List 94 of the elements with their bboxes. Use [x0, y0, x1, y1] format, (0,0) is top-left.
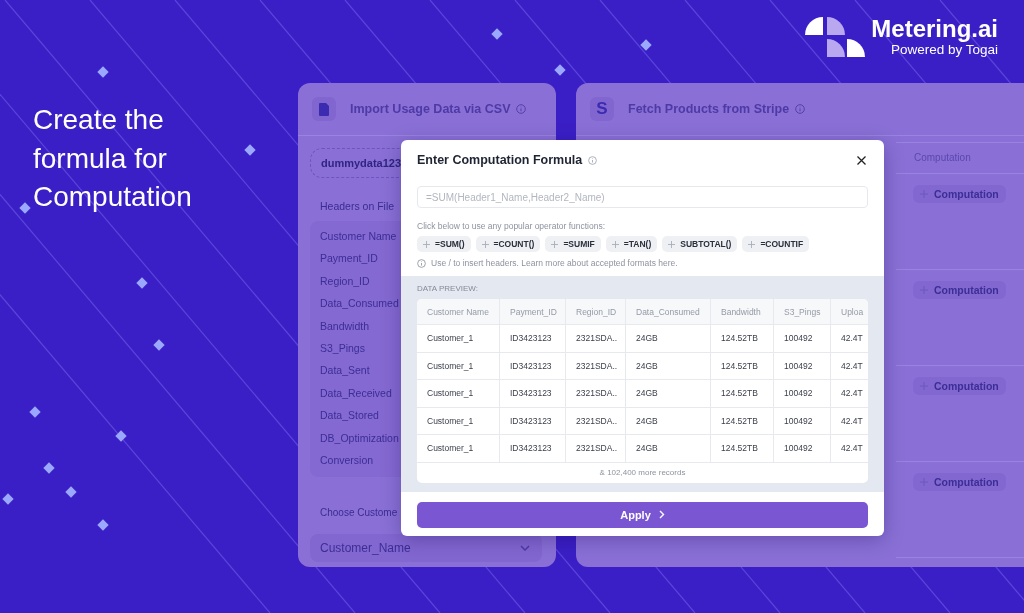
info-icon	[417, 258, 426, 268]
table-cell: 100492	[774, 352, 831, 379]
header-item[interactable]: Region_ID	[320, 273, 370, 288]
plus-icon	[423, 240, 430, 248]
card-title: Fetch Products from Stripe	[628, 102, 790, 116]
operator-chip[interactable]: =SUMIF	[545, 236, 601, 252]
more-records: & 102,400 more records	[598, 466, 687, 479]
help-note: Use / to insert headers. Learn more about accepted formats here.	[431, 258, 678, 268]
table-cell: 2321SDA..	[566, 325, 626, 352]
table-cell: 24GB	[626, 407, 711, 434]
header-item[interactable]: Data_Received	[320, 385, 392, 400]
header-item[interactable]: Customer Name	[320, 229, 397, 243]
table-cell-text: 42.4T	[840, 442, 864, 456]
table-cell-text: 42.4T	[840, 332, 864, 346]
table-cell: 100492	[774, 407, 831, 434]
operator-chip[interactable]: =COUNTIF	[742, 236, 810, 252]
close-icon[interactable]	[857, 155, 866, 165]
info-icon	[588, 155, 598, 165]
column-header: Payment_ID	[500, 299, 566, 324]
table-cell: ID3423123	[500, 407, 566, 434]
table-cell: ID3423123	[500, 325, 566, 352]
table-cell: 124.52TB	[711, 435, 774, 462]
chevron-down-icon	[520, 545, 530, 551]
logo-icon	[805, 17, 868, 57]
chevron-right-icon	[658, 510, 665, 519]
table-cell: 2321SDA..	[566, 407, 626, 434]
header-item[interactable]: Data_Consumed	[320, 296, 399, 311]
add-computation-button[interactable]: Computation	[913, 473, 1006, 491]
table-cell: 100492	[774, 325, 831, 352]
table-cell: 24GB	[626, 435, 711, 462]
table-cell: 2321SDA..	[566, 352, 626, 379]
headline: Create the formula for Computation	[33, 103, 193, 214]
header-item[interactable]: Data_Stored	[320, 408, 379, 423]
plus-icon	[551, 240, 559, 248]
operator-chip[interactable]: SUBTOTAL()	[662, 236, 738, 252]
table-cell: 100492	[774, 435, 831, 462]
table-cell: ID3423123	[500, 435, 566, 462]
plus-icon	[668, 240, 676, 248]
brand-tagline: Powered by Togai	[890, 42, 998, 58]
add-computation-button[interactable]: Computation	[913, 185, 1006, 203]
stripe-logo: S	[590, 97, 614, 121]
add-computation-button[interactable]: Computation	[913, 281, 1006, 299]
table-cell: ID3423123	[500, 352, 566, 379]
table-cell: 2321SDA..	[566, 435, 626, 462]
column-header: Customer Name	[417, 299, 500, 324]
customer-dropdown[interactable]: Customer_Name	[310, 534, 542, 562]
table-cell: 100492	[774, 380, 831, 407]
table-cell: 124.52TB	[711, 352, 774, 379]
column-header: Region_ID	[566, 299, 626, 324]
operator-chip[interactable]: =COUNT()	[475, 236, 541, 252]
table-cell: 24GB	[626, 380, 711, 407]
column-header: Uploa	[840, 305, 865, 319]
column-header: Data_Consumed	[626, 299, 711, 324]
add-computation-button[interactable]: Computation	[913, 377, 1006, 395]
operators-hint: Click below to use any popular operator functions:	[417, 221, 607, 231]
table-cell: ID3423123	[500, 380, 566, 407]
table-cell: Customer_1	[417, 352, 500, 379]
table-cell-text: 42.4T	[840, 387, 864, 401]
header-item[interactable]: Payment_ID	[320, 251, 378, 266]
info-icon	[516, 104, 527, 114]
card-title: Import Usage Data via CSV	[350, 102, 511, 116]
table-cell: 24GB	[626, 352, 711, 379]
table-cell: Customer_1	[417, 380, 500, 407]
choose-label: Choose Custome	[320, 507, 399, 518]
plus-icon	[748, 240, 756, 248]
table-cell-text: 42.4T	[840, 414, 864, 428]
table-cell: Customer_1	[417, 407, 500, 434]
header-item[interactable]: Data_Sent	[320, 363, 370, 378]
table-cell-text: 42.4T	[840, 359, 864, 373]
dialog-title: Enter Computation Formula	[417, 153, 583, 167]
operator-chip[interactable]: =SUM()	[417, 236, 471, 252]
file-icon	[312, 97, 336, 121]
apply-button[interactable]: Apply	[417, 501, 868, 528]
formula-input-field[interactable]: =SUM(Header1_Name,Header2_Name)	[417, 186, 868, 208]
table-cell: 24GB	[626, 325, 711, 352]
header-item[interactable]: Conversion	[320, 452, 374, 467]
brand-name: Metering.ai	[871, 16, 998, 42]
column-header: Bandwidth	[711, 299, 774, 324]
headers-label: Headers on File	[320, 200, 396, 212]
table-cell: 2321SDA..	[566, 380, 626, 407]
column-header: S3_Pings	[774, 299, 831, 324]
info-icon	[795, 104, 806, 114]
table-cell: 124.52TB	[711, 325, 774, 352]
operator-chip[interactable]: =TAN()	[605, 236, 658, 252]
table-cell: Customer_1	[417, 325, 500, 352]
preview-label: DATA PREVIEW:	[417, 284, 479, 293]
header-item[interactable]: Bandwidth	[320, 318, 370, 333]
plus-icon	[611, 240, 619, 248]
header-item[interactable]: S3_Pings	[320, 340, 365, 355]
header-item[interactable]: DB_Optimization	[320, 430, 399, 445]
table-cell: 124.52TB	[711, 380, 774, 407]
table-cell: Customer_1	[417, 435, 500, 462]
plus-icon	[481, 240, 489, 248]
table-cell: 124.52TB	[711, 407, 774, 434]
